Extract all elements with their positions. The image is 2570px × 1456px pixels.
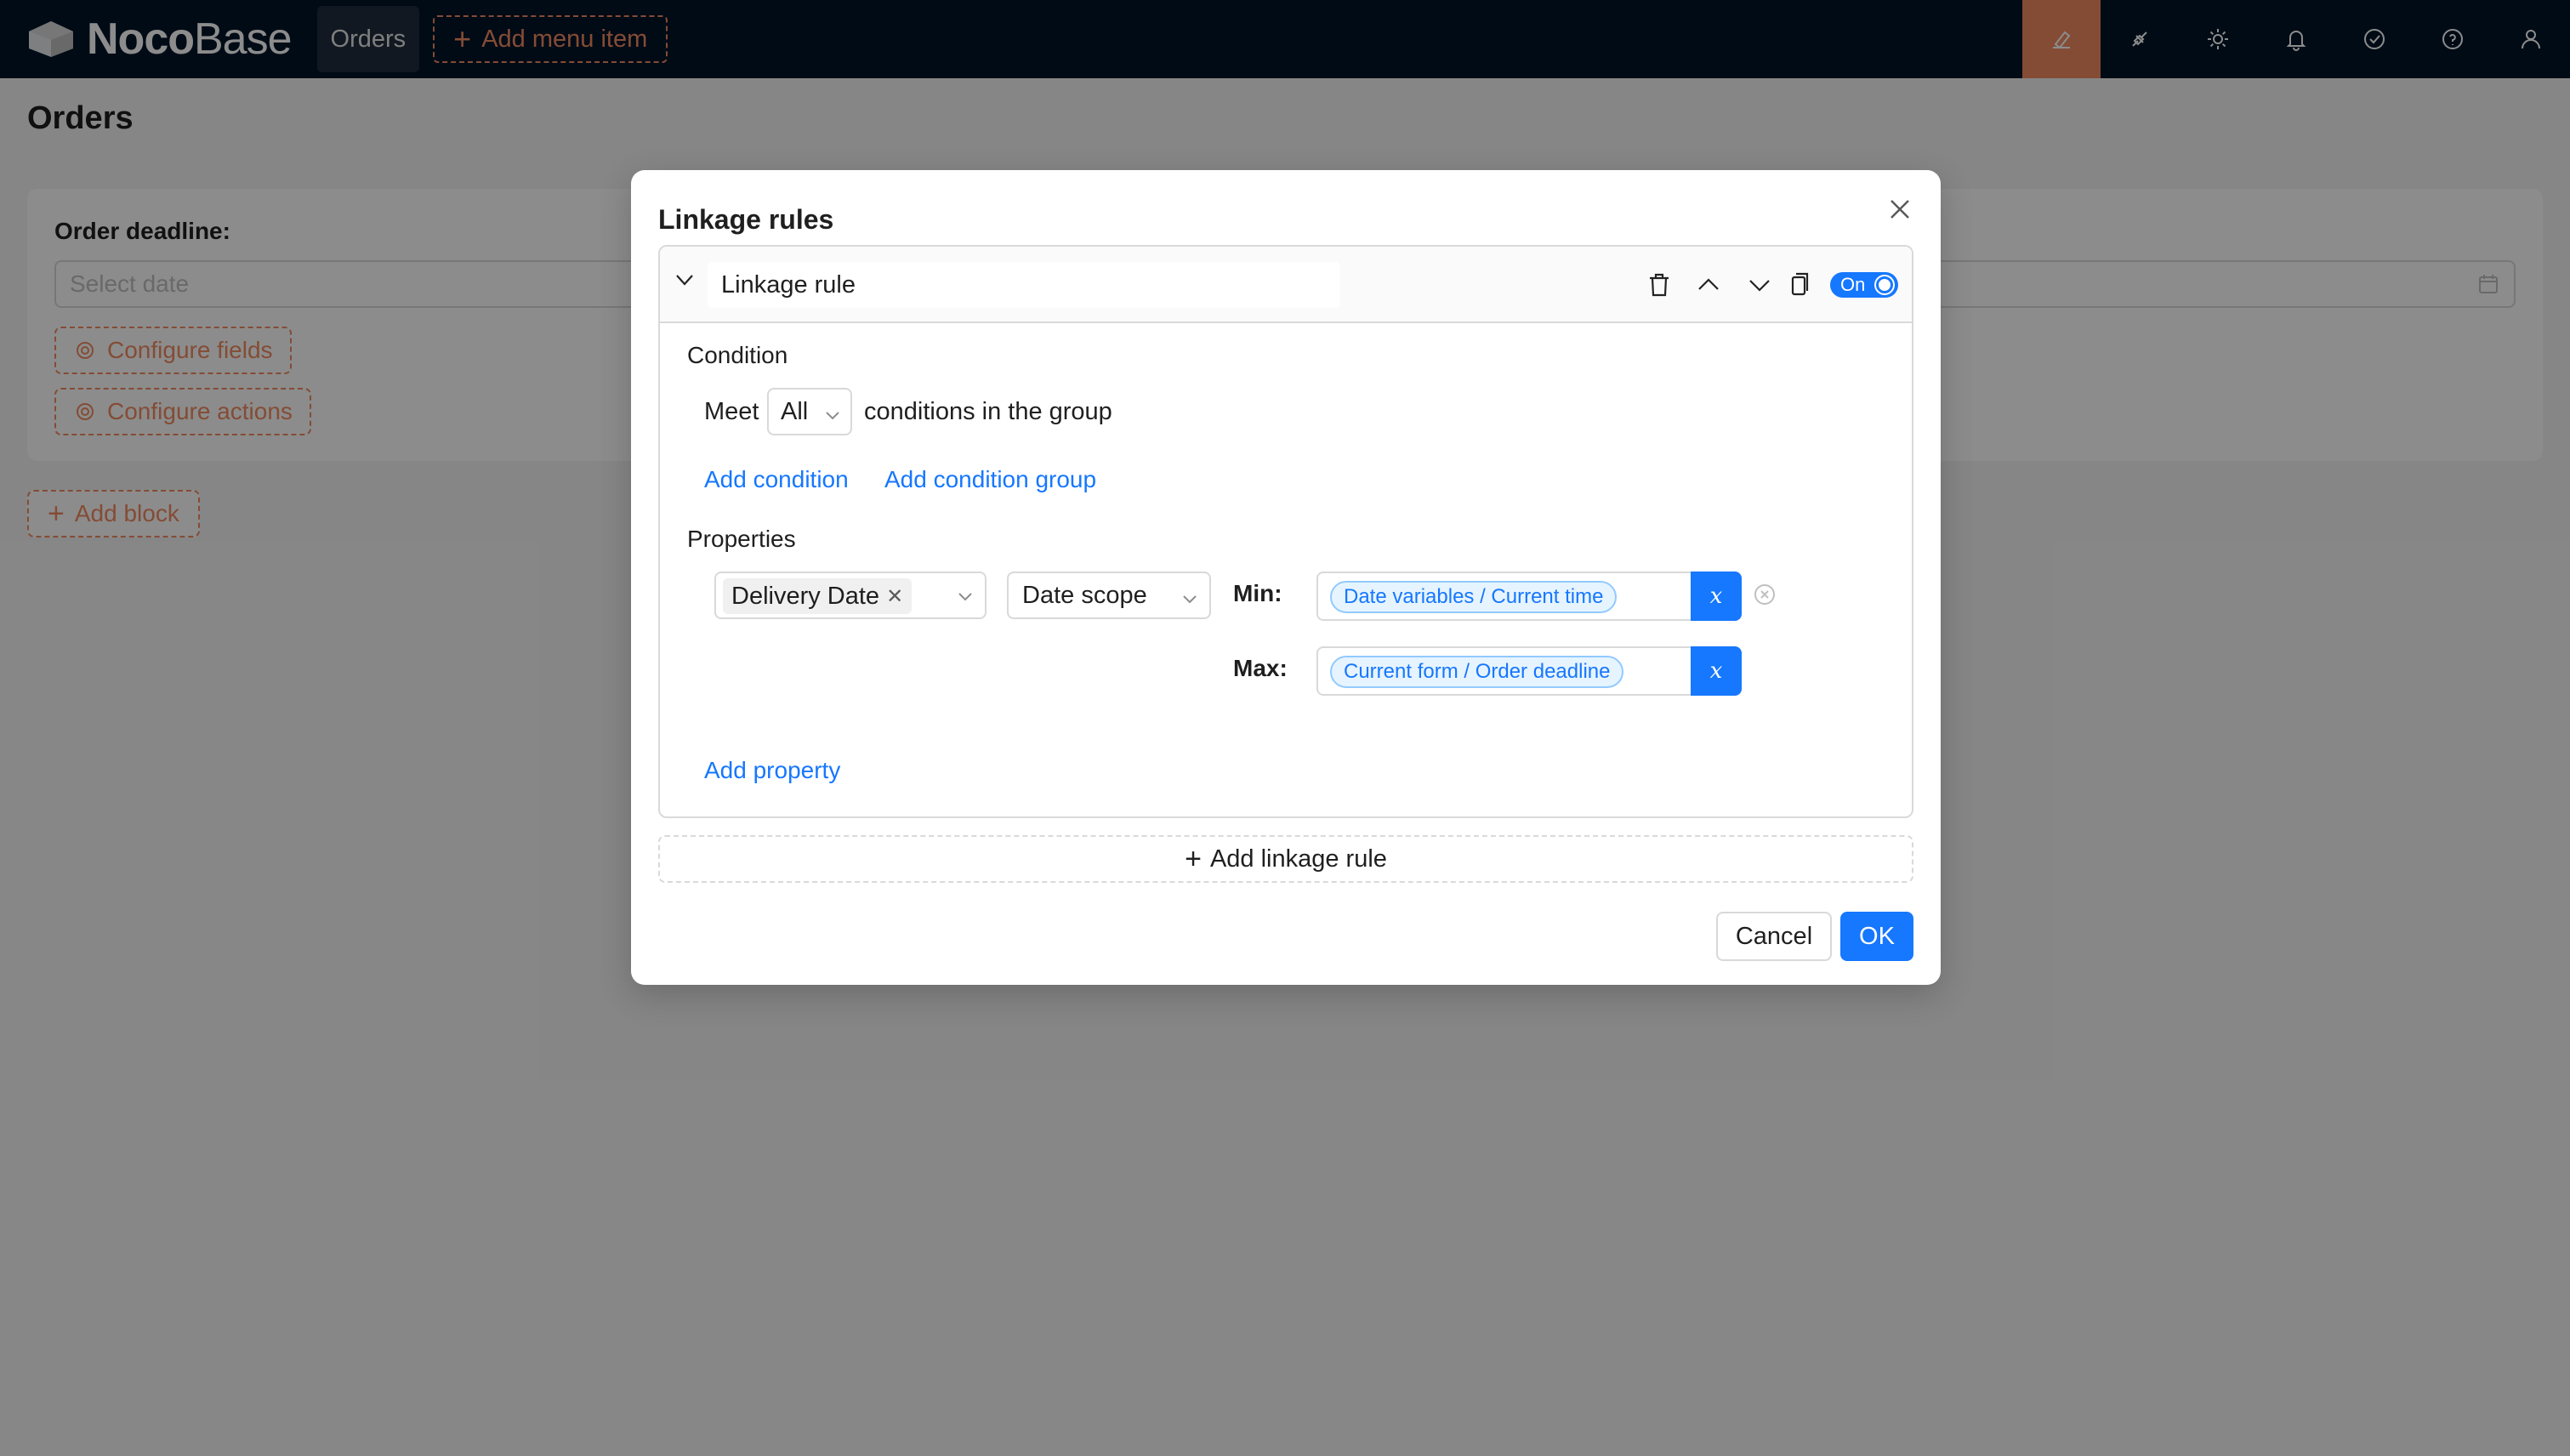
add-linkage-rule-button[interactable]: + Add linkage rule <box>658 835 1913 883</box>
plus-icon: + <box>1185 843 1202 875</box>
rule-header: Linkage rule On <box>660 247 1912 323</box>
add-property-link[interactable]: Add property <box>704 757 840 784</box>
rule-enable-switch[interactable]: On <box>1830 272 1898 298</box>
delete-icon[interactable] <box>1645 270 1674 299</box>
match-type-select[interactable]: All <box>767 388 852 435</box>
copy-icon[interactable] <box>1784 270 1813 299</box>
min-variable-tag: Date variables / Current time <box>1330 581 1618 613</box>
min-label: Min: <box>1233 580 1282 606</box>
property-action-value: Date scope <box>1022 581 1147 609</box>
property-field-select[interactable]: Delivery Date ✕ <box>714 572 986 619</box>
condition-label: Condition <box>687 342 788 368</box>
move-down-icon[interactable] <box>1745 270 1774 299</box>
chevron-down-icon <box>956 587 975 606</box>
chevron-down-icon <box>823 403 842 422</box>
cancel-button[interactable]: Cancel <box>1716 912 1832 961</box>
chevron-down-icon[interactable] <box>672 267 697 293</box>
max-variable-button[interactable]: x <box>1691 646 1742 696</box>
field-tag-label: Delivery Date <box>731 582 880 610</box>
linkage-rule-panel: Linkage rule On Condition Meet All condi… <box>658 245 1913 818</box>
conditions-group-text: conditions in the group <box>864 398 1112 425</box>
match-type-value: All <box>781 397 809 425</box>
ok-button[interactable]: OK <box>1840 912 1913 961</box>
rule-name-input[interactable]: Linkage rule <box>708 262 1340 308</box>
max-variable-input[interactable]: Current form / Order deadline x <box>1316 646 1742 696</box>
field-tag: Delivery Date ✕ <box>723 578 913 614</box>
switch-knob <box>1876 276 1893 293</box>
property-action-select[interactable]: Date scope <box>1007 572 1211 619</box>
remove-tag-icon[interactable]: ✕ <box>886 584 903 609</box>
chevron-down-icon <box>1180 587 1199 606</box>
linkage-rules-modal: Linkage rules Linkage rule On Condition <box>631 170 1941 985</box>
move-up-icon[interactable] <box>1694 270 1723 299</box>
modal-title: Linkage rules <box>658 204 834 235</box>
min-variable-input[interactable]: Date variables / Current time x <box>1316 572 1742 621</box>
max-label: Max: <box>1233 655 1288 681</box>
min-variable-button[interactable]: x <box>1691 572 1742 621</box>
add-condition-group-link[interactable]: Add condition group <box>884 466 1096 493</box>
add-linkage-rule-label: Add linkage rule <box>1209 845 1387 873</box>
switch-label: On <box>1840 274 1866 295</box>
close-circle-icon[interactable] <box>1752 582 1777 607</box>
add-condition-link[interactable]: Add condition <box>704 466 849 493</box>
properties-label: Properties <box>687 526 796 552</box>
close-icon[interactable] <box>1883 192 1917 226</box>
max-variable-tag: Current form / Order deadline <box>1330 656 1624 688</box>
meet-text: Meet <box>704 398 759 425</box>
